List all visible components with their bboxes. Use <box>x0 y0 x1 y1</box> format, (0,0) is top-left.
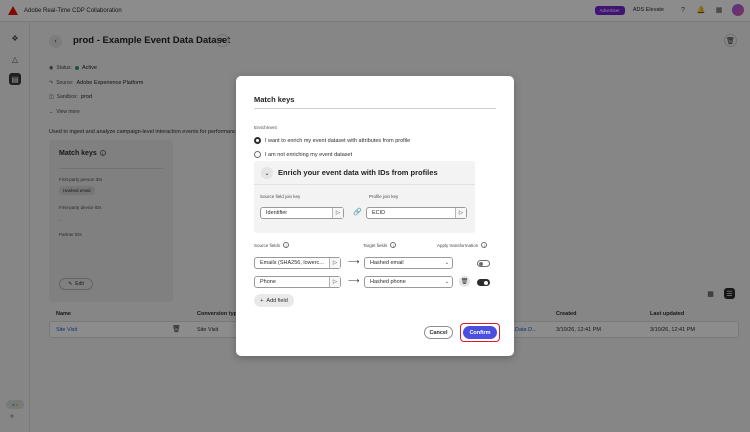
target-field-select[interactable]: Hashed phone ⌄ <box>364 276 453 288</box>
apply-transformation-header: Apply transformation i <box>437 242 488 248</box>
cursor-pick-icon[interactable]: ▷ <box>332 208 343 218</box>
transformation-toggle[interactable] <box>477 260 490 267</box>
radio-enrich-option[interactable]: I want to enrich my event dataset with a… <box>254 137 410 144</box>
dialog-divider <box>254 108 496 109</box>
source-join-field[interactable]: Identifier ▷ <box>260 207 344 219</box>
source-join-label: Source field join key <box>260 194 301 199</box>
match-keys-dialog: Match keys Enrichment I want to enrich m… <box>236 76 514 356</box>
enrich-panel-title: Enrich your event data with IDs from pro… <box>278 168 438 177</box>
cursor-pick-icon[interactable]: ▷ <box>329 258 340 268</box>
info-icon[interactable]: i <box>390 242 397 248</box>
enrich-panel-header: ⌄ Enrich your event data with IDs from p… <box>254 161 475 185</box>
radio-not-enrich-option[interactable]: I am not enriching my event dataset <box>254 151 352 158</box>
remove-row-trash-icon[interactable]: 🗑 <box>459 276 470 287</box>
source-field-input[interactable]: Emails (SHA256, lowerc... ▷ <box>254 257 341 269</box>
info-icon[interactable]: i <box>481 242 488 248</box>
profile-join-label: Profile join key <box>369 194 399 199</box>
radio-enrich[interactable] <box>254 137 261 144</box>
cursor-pick-icon[interactable]: ▷ <box>455 208 466 218</box>
enrichment-label: Enrichment <box>254 125 277 130</box>
enrich-panel: ⌄ Enrich your event data with IDs from p… <box>254 161 475 233</box>
source-field-input[interactable]: Phone ▷ <box>254 276 341 288</box>
arrow-right-icon: ⟶ <box>348 276 360 285</box>
source-fields-header: Source fields i <box>254 242 290 248</box>
add-field-button[interactable]: + Add field <box>254 294 294 307</box>
dialog-title: Match keys <box>254 95 295 104</box>
transformation-toggle[interactable] <box>477 279 490 286</box>
target-field-select[interactable]: Hashed email ⌄ <box>364 257 453 269</box>
chevron-down-icon: ⌄ <box>444 260 449 266</box>
plus-icon: + <box>260 297 264 304</box>
chevron-down-icon: ⌄ <box>444 279 449 285</box>
confirm-button[interactable]: Confirm <box>463 326 497 339</box>
arrow-right-icon: ⟶ <box>348 257 360 266</box>
info-icon[interactable]: i <box>283 242 290 248</box>
link-icon: 🔗 <box>353 209 362 216</box>
cursor-pick-icon[interactable]: ▷ <box>329 277 340 287</box>
cancel-button[interactable]: Cancel <box>424 326 453 339</box>
profile-join-field[interactable]: ECID ▷ <box>366 207 467 219</box>
target-fields-header: Target fields i <box>363 242 397 248</box>
collapse-chevron-icon[interactable]: ⌄ <box>261 167 273 179</box>
radio-not-enrich[interactable] <box>254 151 261 158</box>
